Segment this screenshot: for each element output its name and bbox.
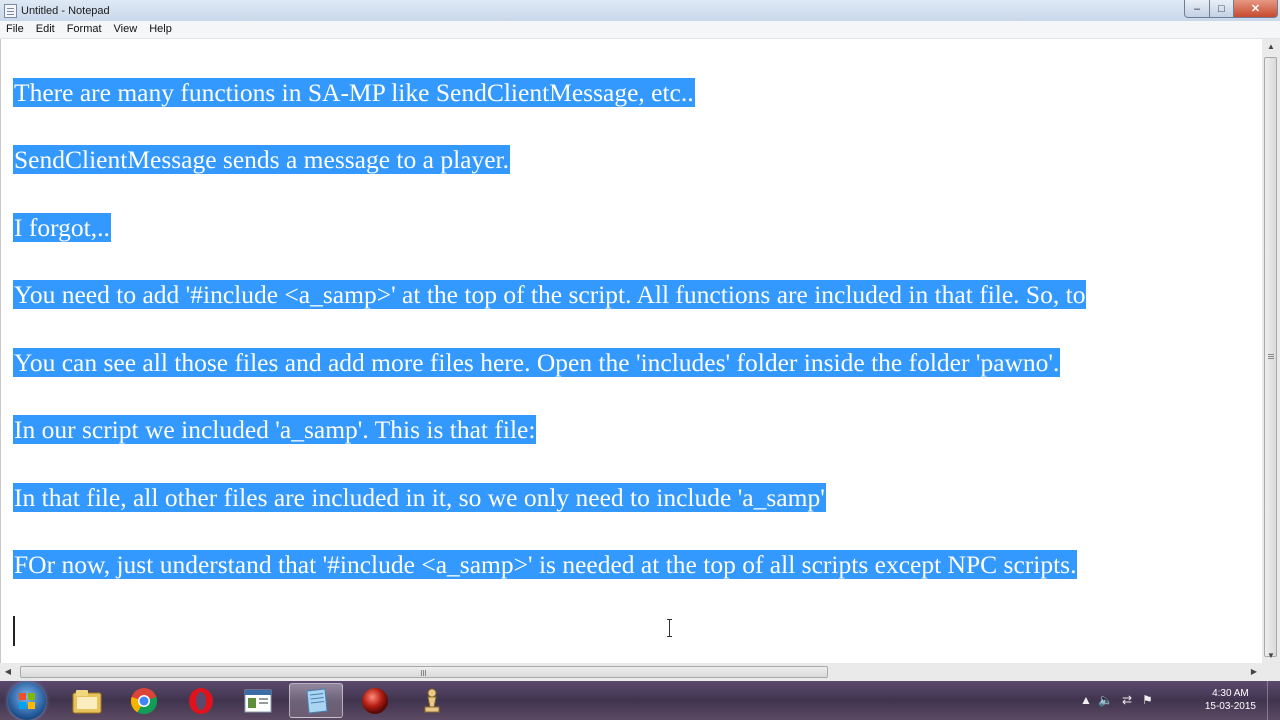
editor-line: There are many functions in SA-MP like S… [13, 77, 695, 109]
menu-bar: File Edit Format View Help [0, 21, 1280, 39]
notepad-app-icon[interactable] [4, 3, 17, 18]
editor-line: SendClientMessage sends a message to a p… [13, 144, 511, 176]
minimize-button[interactable]: – [1184, 0, 1210, 18]
selected-text: In our script we included 'a_samp'. This… [13, 415, 537, 444]
show-desktop-button[interactable] [1267, 681, 1280, 720]
horizontal-scrollbar[interactable]: ◀ ▶ [0, 663, 1262, 681]
selected-text: I forgot,.. [13, 213, 111, 242]
volume-icon[interactable]: 🔈 [1098, 693, 1113, 707]
close-button[interactable]: ✕ [1234, 0, 1278, 18]
menu-help[interactable]: Help [143, 21, 178, 38]
menu-view[interactable]: View [108, 21, 144, 38]
taskbar: ▲ 🔈 ⇄ ⚑ 4:30 AM 15-03-2015 [0, 681, 1280, 720]
file-explorer-icon [72, 689, 102, 713]
selected-text: You need to add '#include <a_samp>' at t… [13, 280, 1087, 309]
app-window-icon [244, 689, 272, 712]
editor-line: FOr now, just understand that '#include … [13, 549, 1078, 581]
system-tray: ▲ 🔈 ⇄ ⚑ 4:30 AM 15-03-2015 [1080, 681, 1280, 720]
start-button[interactable] [8, 682, 46, 720]
window-title: Untitled - Notepad [21, 4, 110, 17]
taskbar-file-explorer[interactable] [60, 683, 114, 718]
title-bar[interactable]: Untitled - Notepad – □ ✕ [0, 0, 1280, 21]
editor-line: I forgot,.. [13, 212, 111, 244]
notepad-icon [306, 687, 328, 714]
network-icon[interactable]: ⇄ [1122, 693, 1132, 707]
scroll-up-arrow-icon[interactable]: ▲ [1262, 42, 1280, 51]
text-caret [13, 616, 15, 646]
editor-line: In that file, all other files are includ… [13, 482, 826, 514]
window-controls: – □ ✕ [1184, 0, 1278, 18]
taskbar-app-window[interactable] [231, 683, 285, 718]
vertical-scrollbar[interactable]: ▲ ▼ [1262, 39, 1280, 663]
selected-text: SendClientMessage sends a message to a p… [13, 145, 511, 174]
selected-text: In that file, all other files are includ… [13, 483, 826, 512]
maximize-button[interactable]: □ [1210, 0, 1234, 18]
clock-time: 4:30 AM [1212, 688, 1249, 699]
taskbar-chrome[interactable] [117, 683, 171, 718]
horizontal-scroll-thumb[interactable] [20, 666, 828, 678]
ibeam-cursor-icon [667, 619, 673, 637]
taskbar-clock[interactable]: 4:30 AM 15-03-2015 [1205, 687, 1256, 713]
show-hidden-icons-chevron-icon[interactable]: ▲ [1080, 693, 1092, 707]
taskbar-chess-app[interactable] [405, 683, 459, 718]
selected-text: FOr now, just understand that '#include … [13, 550, 1078, 579]
taskbar-opera[interactable] [174, 683, 228, 718]
windows-logo-icon [19, 693, 35, 709]
scroll-down-arrow-icon[interactable]: ▼ [1262, 651, 1280, 660]
size-grip[interactable] [1262, 663, 1280, 681]
taskbar-red-ball-app[interactable] [348, 683, 402, 718]
clock-date: 15-03-2015 [1204, 701, 1256, 712]
selected-text: You can see all those files and add more… [13, 348, 1061, 377]
text-editor-area[interactable]: There are many functions in SA-MP like S… [0, 39, 1262, 663]
editor-line: In our script we included 'a_samp'. This… [13, 414, 537, 446]
scroll-left-arrow-icon[interactable]: ◀ [0, 667, 16, 676]
vertical-scroll-thumb[interactable] [1264, 57, 1277, 657]
menu-edit[interactable]: Edit [30, 21, 61, 38]
menu-format[interactable]: Format [61, 21, 108, 38]
opera-icon [189, 687, 213, 714]
menu-file[interactable]: File [0, 21, 30, 38]
editor-line: You need to add '#include <a_samp>' at t… [13, 279, 1087, 311]
action-center-flag-icon[interactable]: ⚑ [1142, 693, 1153, 707]
editor-line: You can see all those files and add more… [13, 347, 1061, 379]
taskbar-notepad[interactable] [289, 683, 343, 718]
chrome-icon [130, 687, 158, 714]
grip-icon [421, 670, 422, 676]
grip-icon [1268, 354, 1274, 355]
scroll-right-arrow-icon[interactable]: ▶ [1246, 667, 1262, 676]
selected-text: There are many functions in SA-MP like S… [13, 78, 695, 107]
red-ball-icon [362, 687, 388, 714]
chess-icon [424, 688, 440, 712]
